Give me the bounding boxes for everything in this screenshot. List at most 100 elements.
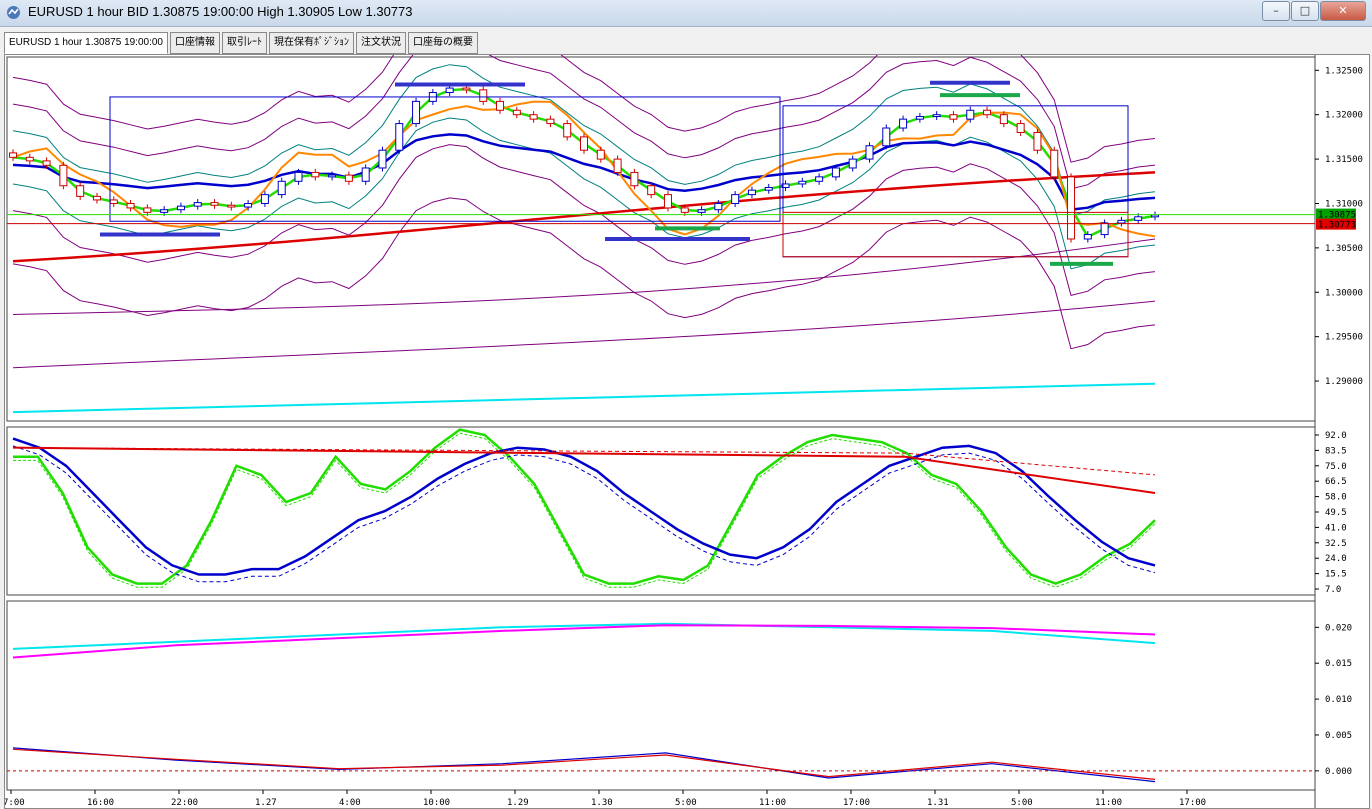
maximize-button[interactable]: □ bbox=[1291, 1, 1319, 21]
candle-body bbox=[76, 185, 85, 197]
candle-body bbox=[1067, 176, 1076, 240]
candle-body bbox=[412, 100, 421, 125]
candle-body bbox=[596, 149, 605, 160]
candle-body bbox=[1050, 149, 1059, 178]
candle-body bbox=[244, 202, 253, 208]
candle-body bbox=[479, 89, 488, 102]
time-tick-label-0: 7:00 bbox=[5, 798, 25, 808]
band-line-1 bbox=[12, 144, 1156, 297]
candle-body bbox=[731, 194, 740, 204]
price-tick-label-5: 1.30000 bbox=[1325, 288, 1363, 298]
candle-body bbox=[1033, 131, 1042, 151]
candle-body bbox=[42, 160, 51, 166]
candle-body bbox=[1151, 214, 1159, 218]
window-title: EURUSD 1 hour BID 1.30875 19:00:00 High … bbox=[28, 4, 413, 19]
price-tick-label-7: 1.29000 bbox=[1325, 377, 1363, 387]
price-tick-label-1: 1.32000 bbox=[1325, 111, 1363, 121]
tab-account-summary[interactable]: 口座毎の概要 bbox=[408, 32, 478, 54]
candle-body bbox=[764, 187, 773, 191]
candle-body bbox=[798, 180, 807, 185]
low-label: 1.30773 bbox=[1318, 221, 1356, 231]
stoch-tick-label-10: 7.0 bbox=[1325, 585, 1341, 595]
candle-body bbox=[277, 180, 286, 196]
band-line-5 bbox=[12, 197, 1156, 350]
time-tick-label-1: 16:00 bbox=[87, 798, 114, 808]
price-tick-label-2: 1.31500 bbox=[1325, 155, 1363, 165]
candle-body bbox=[747, 189, 756, 196]
candle-body bbox=[496, 100, 505, 111]
candle-body bbox=[630, 171, 639, 187]
stoch-tick-label-7: 32.5 bbox=[1325, 539, 1347, 549]
candle-body bbox=[160, 209, 169, 213]
minimize-button[interactable]: – bbox=[1262, 1, 1290, 21]
stoch-tick-label-1: 83.5 bbox=[1325, 446, 1347, 456]
tab-order-status[interactable]: 注文状況 bbox=[356, 32, 406, 54]
candle-body bbox=[92, 195, 101, 201]
time-tick-label-12: 5:00 bbox=[1011, 798, 1033, 808]
stoch-tick-label-8: 24.0 bbox=[1325, 554, 1347, 564]
stoch-tick-label-0: 92.0 bbox=[1325, 431, 1347, 441]
time-tick-label-2: 22:00 bbox=[171, 798, 198, 808]
candle-body bbox=[563, 123, 572, 138]
candle-body bbox=[613, 158, 622, 173]
candle-body bbox=[109, 199, 118, 204]
candle-body bbox=[831, 167, 840, 178]
candle-body bbox=[395, 123, 404, 151]
candle-body bbox=[193, 202, 202, 207]
candle-body bbox=[462, 87, 471, 91]
candle-body bbox=[361, 167, 370, 182]
candle-body bbox=[227, 204, 236, 208]
price-tick-label-6: 1.29500 bbox=[1325, 333, 1363, 343]
candle-body bbox=[529, 114, 538, 120]
candle-body bbox=[663, 194, 672, 209]
range-box-blue-2 bbox=[782, 105, 1129, 258]
long-ma-cyan bbox=[12, 382, 1156, 414]
stoch-d-line bbox=[12, 437, 1156, 576]
stoch-k-dashed bbox=[13, 432, 1156, 588]
stoch-tick-label-3: 66.5 bbox=[1325, 477, 1347, 487]
macd-tick-label-3: 0.005 bbox=[1325, 731, 1352, 741]
chart-tabs: EURUSD 1 hour 1.30875 19:00:00 口座情報 取引ﾚｰ… bbox=[4, 32, 478, 54]
close-button[interactable]: ✕ bbox=[1320, 1, 1366, 21]
candle-body bbox=[25, 156, 34, 162]
candle-body bbox=[983, 109, 992, 116]
tab-open-positions[interactable]: 現在保有ﾎﾟｼﾞｼｮﾝ bbox=[269, 32, 354, 54]
candle-body bbox=[915, 115, 924, 120]
time-tick-label-5: 10:00 bbox=[423, 798, 450, 808]
candle-body bbox=[126, 202, 135, 209]
candle-body bbox=[1117, 219, 1126, 224]
candle-body bbox=[1083, 234, 1092, 240]
candle-body bbox=[580, 136, 588, 151]
tab-trade-rates[interactable]: 取引ﾚｰﾄ bbox=[222, 32, 267, 54]
time-tick-label-6: 1.29 bbox=[507, 798, 529, 808]
time-tick-label-10: 17:00 bbox=[843, 798, 870, 808]
stoch-tick-label-5: 49.5 bbox=[1325, 508, 1347, 518]
time-tick-label-8: 5:00 bbox=[675, 798, 697, 808]
candle-body bbox=[59, 164, 68, 187]
macd-tick-label-0: 0.020 bbox=[1325, 623, 1352, 633]
candle-body bbox=[999, 114, 1008, 125]
candle-body bbox=[210, 202, 219, 206]
tab-chart[interactable]: EURUSD 1 hour 1.30875 19:00:00 bbox=[4, 32, 168, 54]
price-tick-label-3: 1.31000 bbox=[1325, 199, 1363, 209]
lower-envelope-2 bbox=[12, 300, 1156, 369]
stoch-tick-label-2: 75.0 bbox=[1325, 462, 1347, 472]
stoch-tick-label-4: 58.0 bbox=[1325, 493, 1347, 503]
candle-body bbox=[1016, 123, 1025, 133]
stoch-red-line bbox=[12, 446, 1156, 494]
candle-body bbox=[143, 207, 152, 213]
macd-tick-label-2: 0.010 bbox=[1325, 695, 1352, 705]
candle-body bbox=[378, 149, 387, 169]
candle-body bbox=[344, 174, 353, 182]
candle-body bbox=[714, 202, 723, 211]
candle-body bbox=[949, 114, 958, 120]
candle-body bbox=[697, 209, 706, 213]
tab-account-info[interactable]: 口座情報 bbox=[170, 32, 220, 54]
stoch-tick-label-9: 15.5 bbox=[1325, 570, 1347, 580]
macd-tick-label-1: 0.015 bbox=[1325, 659, 1352, 669]
candle-body bbox=[932, 114, 941, 117]
chart-area[interactable]: 1.32500 1.32000 1.31500 1.31000 1.30500 1.300… bbox=[4, 54, 1370, 809]
time-tick-label-13: 11:00 bbox=[1095, 798, 1122, 808]
chart-canvas[interactable]: 1.325001.320001.315001.310001.305001.300… bbox=[5, 55, 1369, 808]
candle-body bbox=[311, 171, 320, 178]
